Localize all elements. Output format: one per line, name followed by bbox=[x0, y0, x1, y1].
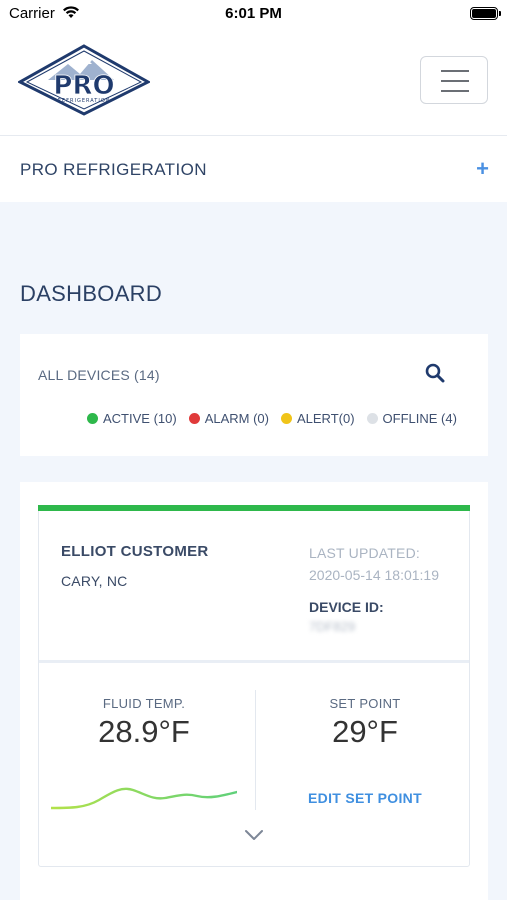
last-updated-value: 2020-05-14 18:01:19 bbox=[309, 567, 439, 583]
edit-set-point-link[interactable]: EDIT SET POINT bbox=[275, 790, 455, 806]
set-point-label: SET POINT bbox=[329, 696, 401, 711]
device-info: ELLIOT CUSTOMER CARY, NC LAST UPDATED: 2… bbox=[39, 511, 469, 663]
legend-label: ALERT(0) bbox=[296, 411, 355, 426]
hamburger-icon bbox=[441, 70, 469, 72]
status-dot-icon bbox=[87, 413, 98, 424]
device-card[interactable]: ELLIOT CUSTOMER CARY, NC LAST UPDATED: 2… bbox=[38, 505, 470, 867]
fluid-temp-label: FLUID TEMP. bbox=[102, 696, 186, 711]
legend-item[interactable]: ALARM (0) bbox=[188, 411, 269, 426]
battery-icon bbox=[470, 7, 501, 20]
logo-subtext: REFRIGERATION bbox=[58, 98, 111, 104]
company-name: PRO REFRIGERATION bbox=[20, 160, 207, 179]
legend-item[interactable]: OFFLINE (4) bbox=[366, 411, 457, 426]
hamburger-menu-button[interactable] bbox=[420, 56, 488, 104]
status-legend: ACTIVE (10) ALARM (0) ALERT(0) OFFLINE (4) bbox=[87, 411, 457, 426]
page-title: DASHBOARD bbox=[20, 281, 163, 306]
legend-label: ACTIVE (10) bbox=[103, 411, 177, 426]
chevron-down-icon[interactable] bbox=[244, 828, 264, 846]
last-updated-label: LAST UPDATED: bbox=[309, 545, 420, 561]
app-header: PRO REFRIGERATION bbox=[0, 28, 507, 136]
company-selector[interactable]: PRO REFRIGERATION + bbox=[0, 136, 507, 202]
customer-location: CARY, NC bbox=[61, 573, 128, 589]
legend-label: OFFLINE (4) bbox=[382, 411, 457, 426]
device-id-value: 7DF829 bbox=[309, 619, 356, 634]
device-id-label: DEVICE ID: bbox=[309, 599, 384, 615]
status-bar: Carrier 6:01 PM bbox=[0, 0, 507, 28]
legend-item[interactable]: ALERT(0) bbox=[280, 411, 355, 426]
legend-label: ALARM (0) bbox=[204, 411, 269, 426]
status-dot-icon bbox=[366, 413, 378, 424]
legend-item[interactable]: ACTIVE (10) bbox=[87, 411, 177, 426]
devices-summary-card: ALL DEVICES (14) ACTIVE (10) ALARM (0) ALE… bbox=[20, 334, 488, 456]
logo-text: PRO bbox=[53, 71, 114, 101]
metric-divider bbox=[255, 690, 256, 810]
temperature-sparkline bbox=[51, 787, 237, 810]
status-dot-icon bbox=[280, 413, 292, 424]
pro-refrigeration-logo[interactable]: PRO REFRIGERATION bbox=[16, 44, 152, 116]
fluid-temp-value: 28.9°F bbox=[98, 714, 190, 749]
set-point-value: 29°F bbox=[332, 714, 398, 749]
search-icon[interactable] bbox=[425, 363, 445, 388]
all-devices-label[interactable]: ALL DEVICES (14) bbox=[38, 367, 160, 383]
expand-plus-icon[interactable]: + bbox=[476, 156, 489, 182]
device-metrics: FLUID TEMP. 28.9°F SET POINT 29°F EDIT S… bbox=[39, 666, 469, 866]
clock: 6:01 PM bbox=[225, 5, 282, 22]
device-list: ELLIOT CUSTOMER CARY, NC LAST UPDATED: 2… bbox=[20, 482, 488, 900]
customer-name: ELLIOT CUSTOMER bbox=[61, 543, 209, 560]
status-dot-icon bbox=[188, 413, 200, 424]
